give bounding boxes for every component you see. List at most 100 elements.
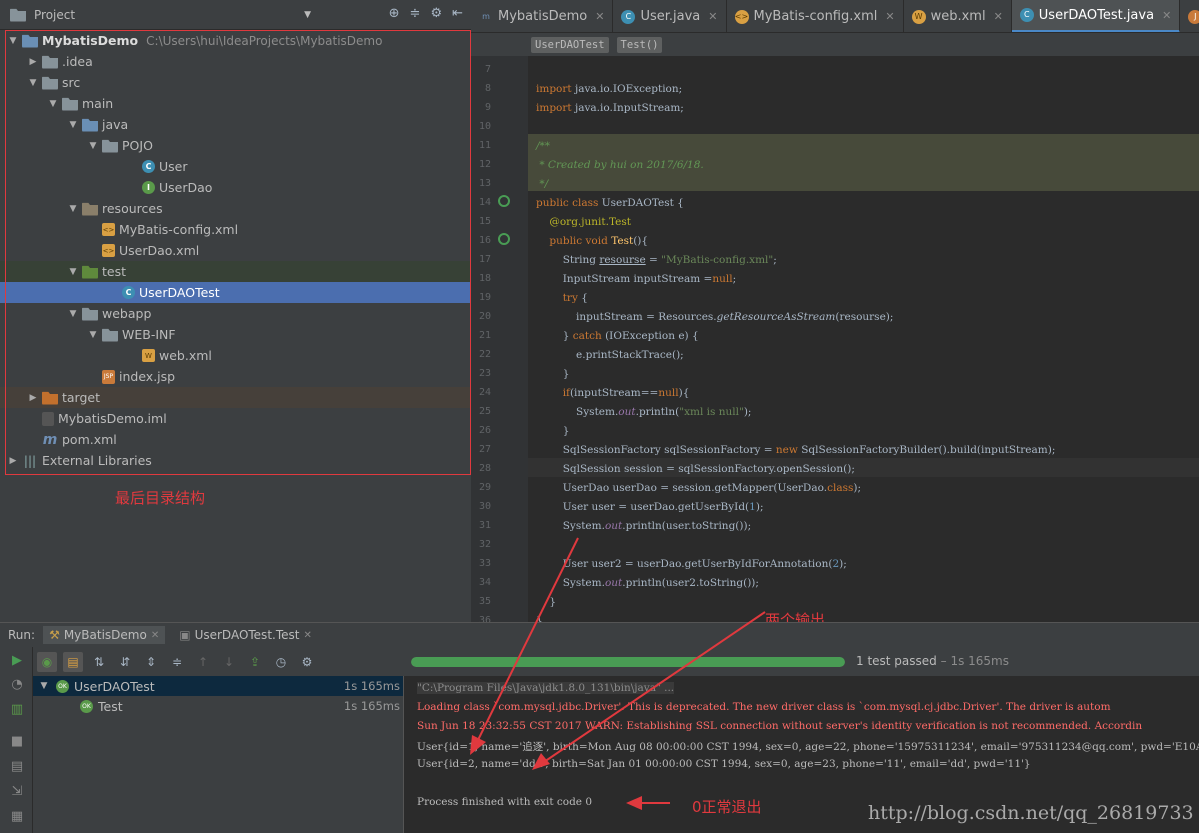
editor-tab[interactable]: Jindex.jsp✕ xyxy=(1180,0,1199,32)
chevron-down-icon[interactable]: ▼ xyxy=(46,99,60,109)
code-line: import java.io.IOException; xyxy=(536,83,683,95)
run-label: Run: xyxy=(8,628,36,642)
tree-item[interactable]: ▼ main xyxy=(0,93,471,114)
chevron-down-icon[interactable]: ▼ xyxy=(37,681,51,691)
code-line: String resourse = "MyBatis-config.xml"; xyxy=(536,254,777,266)
line-number: 36 xyxy=(478,615,491,622)
expand-all-icon[interactable]: ⇕ xyxy=(141,652,161,672)
chevron-down-icon[interactable]: ▼ xyxy=(26,78,40,88)
previous-icon[interactable]: ↑ xyxy=(193,652,213,672)
line-number: 16 xyxy=(478,235,491,246)
close-icon[interactable]: ✕ xyxy=(1162,9,1171,22)
tree-item[interactable]: ▼ src xyxy=(0,72,471,93)
close-icon[interactable]: ✕ xyxy=(994,10,1003,23)
run-test-icon[interactable] xyxy=(498,233,510,245)
tree-item-label: External Libraries xyxy=(42,453,152,468)
debug-icon[interactable]: ◔ xyxy=(9,677,25,693)
web-xml-icon: W xyxy=(142,349,155,362)
tree-item[interactable]: ▼ MybatisDemo C:\Users\hui\IdeaProjects\My… xyxy=(0,30,471,51)
close-icon[interactable]: ✕ xyxy=(151,630,159,641)
xml-file-icon: <> xyxy=(102,223,115,236)
tree-item-label: MybatisDemo.iml xyxy=(58,411,167,426)
coverage-icon[interactable]: ▥ xyxy=(9,702,25,718)
close-icon[interactable]: ✕ xyxy=(708,10,717,23)
chevron-down-icon[interactable]: ▼ xyxy=(86,141,100,151)
show-ignored-icon[interactable]: ▤ xyxy=(63,651,83,672)
project-view-selector[interactable]: Project xyxy=(34,8,75,22)
tree-item[interactable]: MybatisDemo.iml xyxy=(0,408,471,429)
sort-alpha-icon[interactable]: ⇅ xyxy=(89,652,109,672)
collapse-all-icon[interactable]: ≑ xyxy=(410,6,421,21)
exit-icon[interactable]: ⇲ xyxy=(9,784,25,800)
hide-panel-icon[interactable]: ⇤ xyxy=(452,6,463,21)
chevron-right-icon[interactable]: ▶ xyxy=(26,57,40,67)
folder-icon xyxy=(42,55,58,69)
editor-tab[interactable]: m MybatisDemo ✕ xyxy=(471,0,614,32)
chevron-down-icon[interactable]: ▼ xyxy=(86,330,100,340)
tree-item[interactable]: ▼ java xyxy=(0,114,471,135)
tree-item-label: java xyxy=(102,117,129,132)
restore-layout-icon[interactable]: ▤ xyxy=(9,759,25,775)
tree-item[interactable]: ▼ webapp xyxy=(0,303,471,324)
chevron-down-icon[interactable]: ▼ xyxy=(6,36,20,46)
breadcrumb-class[interactable]: UserDAOTest xyxy=(531,36,609,53)
tree-item[interactable]: I UserDao xyxy=(0,177,471,198)
editor-tab[interactable]: C UserDAOTest.java ✕ xyxy=(1011,0,1181,32)
tree-item[interactable]: ▼ WEB-INF xyxy=(0,324,471,345)
history-icon[interactable]: ◷ xyxy=(271,652,291,672)
chevron-right-icon[interactable]: ▶ xyxy=(6,456,20,466)
chevron-down-icon[interactable]: ▼ xyxy=(66,204,80,214)
tree-item[interactable]: <> UserDao.xml xyxy=(0,240,471,261)
run-tab-mybatisdemo[interactable]: ⚒ MyBatisDemo ✕ xyxy=(43,626,166,644)
editor-tab[interactable]: Wweb.xml ✕ xyxy=(904,0,1012,32)
export-icon[interactable]: ⇪ xyxy=(245,652,265,672)
pin-icon[interactable]: ▦ xyxy=(9,809,25,825)
code-editor[interactable]: 7 8 9 10 11 12 13 14 15 16 17 18 19 20 21 22 23 24 25 26 27 2… xyxy=(471,56,1199,622)
tree-item[interactable]: C User xyxy=(0,156,471,177)
rerun-icon[interactable]: ▶ xyxy=(9,653,25,669)
tree-item[interactable]: <> MyBatis-config.xml xyxy=(0,219,471,240)
tree-item[interactable]: ▶ target xyxy=(0,387,471,408)
tree-item[interactable]: m pom.xml xyxy=(0,429,471,450)
folder-icon xyxy=(62,97,78,111)
show-passed-icon[interactable]: ◉ xyxy=(37,651,57,672)
editor-tab[interactable]: <> MyBatis-config.xml ✕ xyxy=(727,0,904,32)
stop-icon[interactable]: ■ xyxy=(9,734,25,750)
test-row-method[interactable]: OK Test 1s 165ms xyxy=(33,696,403,716)
breadcrumb-method[interactable]: Test() xyxy=(616,36,663,53)
chevron-down-icon[interactable]: ▼ xyxy=(304,10,311,20)
chevron-down-icon[interactable]: ▼ xyxy=(66,309,80,319)
test-progress-area: 1 test passed – 1s 165ms xyxy=(403,647,1199,676)
xml-file-icon: <> xyxy=(102,244,115,257)
line-number: 10 xyxy=(478,121,491,132)
tree-item[interactable]: C UserDAOTest xyxy=(0,282,471,303)
tree-item[interactable]: ▼ resources xyxy=(0,198,471,219)
chevron-down-icon[interactable]: ▼ xyxy=(66,120,80,130)
run-tab-userdaotest[interactable]: ▣ UserDAOTest.Test ✕ xyxy=(173,626,318,644)
chevron-right-icon[interactable]: ▶ xyxy=(26,393,40,403)
tree-item[interactable]: ▶ .idea xyxy=(0,51,471,72)
tree-item[interactable]: ▼ POJO xyxy=(0,135,471,156)
tree-item[interactable]: JSP index.jsp xyxy=(0,366,471,387)
tree-item[interactable]: Wweb.xml xyxy=(0,345,471,366)
test-row-suite[interactable]: ▼ OK UserDAOTest 1s 165ms xyxy=(33,676,403,696)
tree-item[interactable]: ▼ test xyxy=(0,261,471,282)
collapse-all-icon[interactable]: ≑ xyxy=(167,652,187,672)
gear-icon[interactable]: ⚙ xyxy=(430,6,442,21)
run-class-icon[interactable] xyxy=(498,195,510,207)
editor-tab[interactable]: C User.java ✕ xyxy=(613,0,727,32)
close-icon[interactable]: ✕ xyxy=(885,10,894,23)
line-number: 17 xyxy=(478,254,491,265)
sort-duration-icon[interactable]: ⇵ xyxy=(115,652,135,672)
code-line: } xyxy=(536,425,570,437)
gear-icon[interactable]: ⚙ xyxy=(297,652,317,672)
target-icon[interactable]: ⊕ xyxy=(389,6,400,21)
chevron-down-icon[interactable]: ▼ xyxy=(66,267,80,277)
project-icon xyxy=(10,8,26,22)
line-number: 19 xyxy=(478,292,491,303)
close-icon[interactable]: ✕ xyxy=(595,10,604,23)
close-icon[interactable]: ✕ xyxy=(303,630,311,641)
tree-item[interactable]: ▶ ||| External Libraries xyxy=(0,450,471,471)
tree-item-label: .idea xyxy=(62,54,93,69)
next-icon[interactable]: ↓ xyxy=(219,652,239,672)
